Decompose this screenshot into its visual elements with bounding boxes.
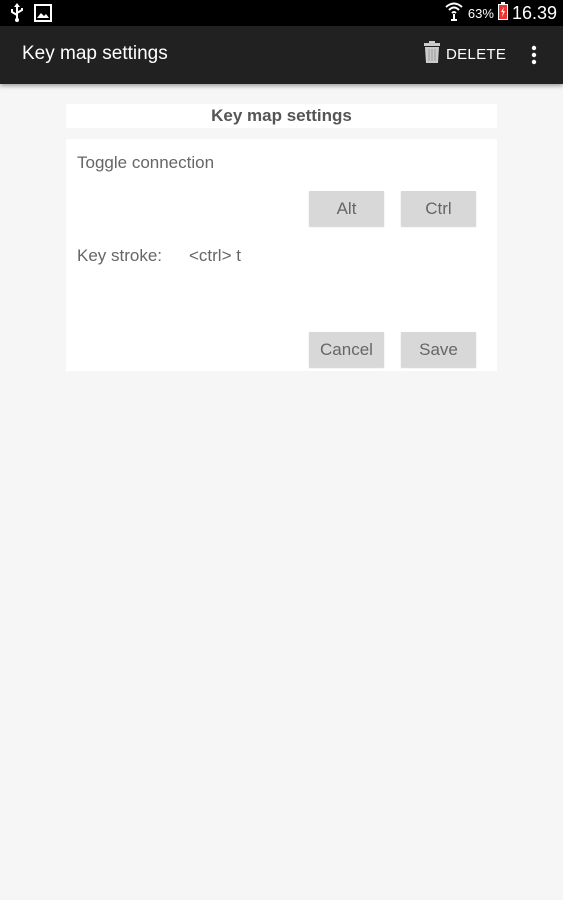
status-bar-left [10, 3, 52, 28]
dialog-header: Key map settings [66, 104, 497, 128]
keystroke-label: Key stroke: [77, 246, 163, 265]
action-bar-title: Key map settings [22, 43, 168, 64]
cancel-button[interactable]: Cancel [309, 332, 384, 367]
delete-button[interactable]: DELETE [424, 41, 506, 68]
clock: 16.39 [511, 3, 557, 23]
usb-icon [10, 3, 24, 28]
battery-percent: 63% [467, 6, 494, 21]
keystroke-value: <ctrl> t [189, 246, 241, 265]
status-bar-right: 63% 16.39 [444, 1, 557, 26]
status-bar: 63% 16.39 [0, 0, 563, 26]
dialog-body: Toggle connection Alt Ctrl Key stroke: <… [66, 139, 497, 371]
delete-label: DELETE [446, 46, 507, 63]
trash-icon [424, 41, 440, 68]
overflow-menu-icon[interactable] [526, 44, 542, 66]
action-bar: Key map settings DELETE [0, 26, 563, 84]
ctrl-button[interactable]: Ctrl [401, 191, 476, 226]
dialog-title: Key map settings [211, 106, 352, 125]
save-button[interactable]: Save [401, 332, 476, 367]
battery-charging-icon [497, 2, 508, 25]
toggle-connection-label: Toggle connection [77, 153, 215, 172]
alt-button[interactable]: Alt [309, 191, 384, 226]
image-notification-icon [34, 4, 52, 27]
wifi-icon [444, 1, 464, 26]
